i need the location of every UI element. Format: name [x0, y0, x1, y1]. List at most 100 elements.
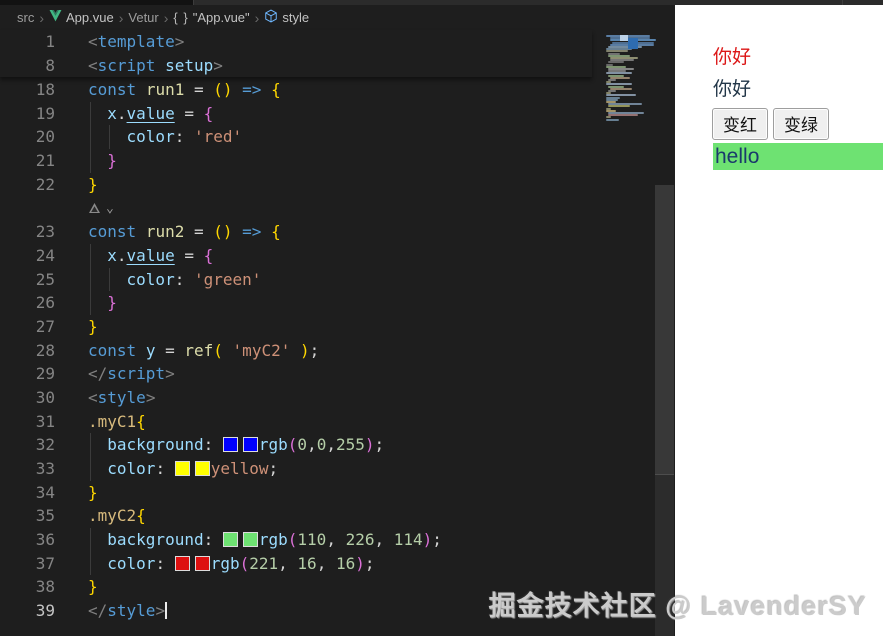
sticky-scroll[interactable]: 1<template>8<script setup> — [0, 30, 592, 77]
turn-red-button[interactable]: 变红 — [712, 108, 768, 140]
turn-green-button[interactable]: 变绿 — [773, 108, 829, 140]
minimap-line — [606, 119, 619, 121]
code-token: , — [326, 530, 345, 549]
code-token: </ — [88, 364, 107, 383]
code-token: => — [242, 80, 261, 99]
color-swatch[interactable] — [223, 437, 238, 452]
code-token: > — [146, 388, 156, 407]
text-cursor — [165, 602, 167, 619]
line-content: .myC2{ — [88, 504, 146, 528]
line-content: const run2 = () => { — [88, 220, 281, 244]
indent-guide — [90, 125, 91, 149]
line-content: </style> — [88, 599, 167, 623]
code-token: = — [184, 80, 213, 99]
minimap-highlight-block — [620, 35, 628, 41]
code-token: : — [175, 127, 194, 146]
code-line[interactable]: 31.myC1{ — [0, 410, 675, 434]
code-line[interactable]: 1<template> — [0, 30, 592, 54]
code-token: } — [107, 151, 117, 170]
code-line[interactable]: 18const run1 = () => { — [0, 78, 675, 102]
code-token — [261, 222, 271, 241]
line-content: color: yellow; — [88, 457, 278, 481]
code-line[interactable]: 28const y = ref( 'myC2' ); — [0, 339, 675, 363]
code-line[interactable]: 21 } — [0, 149, 675, 173]
code-token: run2 — [146, 222, 185, 241]
breadcrumb-file[interactable]: App.vue — [66, 10, 114, 25]
line-number: 30 — [0, 386, 55, 410]
line-content: <script setup> — [88, 54, 223, 78]
code-line[interactable]: 33 color: yellow; — [0, 457, 675, 481]
color-swatch[interactable] — [243, 437, 258, 452]
vscode-window: src › App.vue › Vetur › { } "App.vue" › … — [0, 0, 883, 636]
line-number: 18 — [0, 78, 55, 102]
code-token: . — [117, 246, 127, 265]
code-token: 'red' — [194, 127, 242, 146]
minimap-line — [608, 105, 630, 107]
code-token: const — [88, 222, 136, 241]
breadcrumb-symbol[interactable]: style — [282, 10, 309, 25]
code-token: value — [127, 246, 175, 265]
color-swatch[interactable] — [175, 461, 190, 476]
code-token: : — [155, 554, 174, 573]
code-line[interactable]: 27} — [0, 315, 675, 339]
code-token: } — [88, 317, 98, 336]
code-token: rgb — [259, 530, 288, 549]
color-swatch[interactable] — [223, 532, 238, 547]
code-line[interactable]: 32 background: rgb(0,0,255); — [0, 433, 675, 457]
code-token: : — [155, 459, 174, 478]
code-line[interactable]: 36 background: rgb(110, 226, 114); — [0, 528, 675, 552]
breadcrumb-src[interactable]: src — [17, 10, 34, 25]
minimap[interactable] — [593, 30, 654, 636]
code-token — [233, 80, 243, 99]
code-line[interactable]: 26 } — [0, 291, 675, 315]
chevron-down-icon[interactable]: ⌄ — [106, 202, 114, 215]
code-token: { — [271, 222, 281, 241]
code-token — [261, 80, 271, 99]
button-row: 变红 变绿 — [712, 108, 883, 140]
code-token: = — [175, 104, 204, 123]
line-content: ⌄ — [88, 196, 114, 220]
line-content: } — [88, 291, 117, 315]
inline-widget-row[interactable]: ⌄ — [0, 196, 675, 220]
code-line[interactable]: 25 color: 'green' — [0, 268, 675, 292]
code-line[interactable]: 20 color: 'red' — [0, 125, 675, 149]
code-token: . — [117, 104, 127, 123]
code-line[interactable]: 24 x.value = { — [0, 244, 675, 268]
line-number: 34 — [0, 481, 55, 505]
breadcrumb[interactable]: src › App.vue › Vetur › { } "App.vue" › … — [0, 5, 309, 30]
editor-scrollbar[interactable] — [655, 5, 674, 636]
line-number — [0, 196, 55, 220]
code-line[interactable]: 22} — [0, 173, 675, 197]
code-token: = — [184, 222, 213, 241]
chevron-right-icon: › — [119, 11, 124, 25]
color-swatch[interactable] — [195, 461, 210, 476]
code-line[interactable]: 29</script> — [0, 362, 675, 386]
code-token: 16 — [297, 554, 316, 573]
scrollbar-thumb[interactable] — [655, 185, 674, 474]
breadcrumb-object[interactable]: "App.vue" — [193, 10, 250, 25]
color-swatch[interactable] — [175, 556, 190, 571]
code-line[interactable]: 37 color: rgb(221, 16, 16); — [0, 552, 675, 576]
line-content: <template> — [88, 30, 184, 54]
code-token: template — [98, 32, 175, 51]
code-line[interactable]: 8<script setup> — [0, 54, 592, 78]
code-line[interactable]: 34} — [0, 481, 675, 505]
color-swatch[interactable] — [243, 532, 258, 547]
code-line[interactable]: 19 x.value = { — [0, 102, 675, 126]
code-token: ) — [300, 341, 310, 360]
chevron-right-icon: › — [39, 11, 44, 25]
indent-guide — [90, 291, 91, 315]
code-editor[interactable]: 18const run1 = () => {19 x.value = {20 c… — [0, 78, 675, 623]
code-token: () — [213, 222, 232, 241]
code-line[interactable]: 23const run2 = () => { — [0, 220, 675, 244]
code-token: } — [88, 175, 98, 194]
breadcrumb-provider[interactable]: Vetur — [128, 10, 158, 25]
code-line[interactable]: 30<style> — [0, 386, 675, 410]
line-number: 25 — [0, 268, 55, 292]
line-number: 21 — [0, 149, 55, 173]
code-line[interactable]: 35.myC2{ — [0, 504, 675, 528]
color-swatch[interactable] — [195, 556, 210, 571]
editor-pane: src › App.vue › Vetur › { } "App.vue" › … — [0, 5, 675, 636]
chevron-right-icon: › — [164, 11, 169, 25]
code-token: .myC1 — [88, 412, 136, 431]
